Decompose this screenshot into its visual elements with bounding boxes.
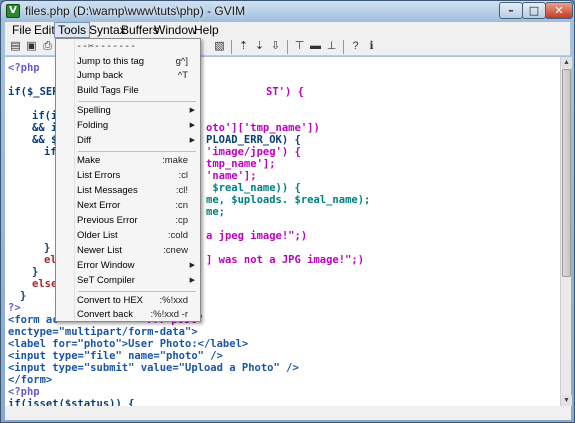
code-line: </form> [8,374,53,386]
code-line: me; [206,206,225,218]
status-line [5,406,571,420]
menu-item-jump-back[interactable]: Jump back ^T [56,68,200,83]
minimize-button[interactable]: – [499,2,523,19]
menu-item-build-tags[interactable]: Build Tags File [56,83,200,98]
code-line: <form ac [8,314,59,326]
code-line: } [32,266,39,278]
submenu-arrow-icon: ▶ [189,122,195,129]
menu-separator [78,291,196,292]
code-line: me, $uploads. $real_name); [206,194,371,206]
find-help-icon[interactable]: ℹ [365,40,378,53]
submenu-arrow-icon: ▶ [189,277,195,284]
save-icon[interactable]: ▣ [25,40,38,53]
code-line: ] was not a JPG image!";) [206,254,365,266]
code-line: oto']['tmp_name']) [206,122,320,134]
gvim-window: V files.php (D:\wamp\www\tuts\php) - GVI… [0,0,575,423]
menu-item-previous-error[interactable]: Previous Error :cp [56,213,200,228]
maximize-button[interactable]: □ [522,2,546,19]
submenu-arrow-icon: ▶ [189,107,195,114]
scroll-down-arrow-icon[interactable]: ▼ [561,395,572,406]
code-line: && i [32,122,58,134]
code-line: ?> [8,302,21,314]
save-session-icon[interactable]: ⇣ [253,40,266,53]
menu-item-error-window[interactable]: Error Window ▶ [56,258,200,273]
toolbar-separator [287,40,288,54]
tools-menu-dropdown: --✂------- Jump to this tag g^] Jump bac… [55,38,201,322]
menu-item-next-error[interactable]: Next Error :cn [56,198,200,213]
code-line: if(i [32,110,58,122]
menu-item-newer-list[interactable]: Newer List :cnew [56,243,200,258]
load-session-icon[interactable]: ⇡ [237,40,250,53]
menu-item-list-messages[interactable]: List Messages :cl! [56,183,200,198]
scrollbar-thumb[interactable] [562,69,571,277]
menu-tools[interactable]: Tools [54,22,91,38]
code-line: tmp_name']; [206,158,276,170]
code-line: } [44,242,51,254]
window-title: files.php (D:\wamp\www\tuts\php) - GVIM [25,4,246,18]
toolbar-separator [231,40,232,54]
code-line: <?php [8,62,40,74]
menu-item-jump-to-tag[interactable]: Jump to this tag g^] [56,54,200,69]
close-button[interactable]: ✕ [545,2,573,19]
code-line: 'name']; [206,170,257,182]
menu-item-set-compiler[interactable]: SeT Compiler ▶ [56,273,200,288]
tearoff-line[interactable]: --✂------- [76,41,136,52]
menu-item-older-list[interactable]: Older List :cold [56,228,200,243]
menu-item-make[interactable]: Make :make [56,153,200,168]
code-line: <input type="submit" value="Upload a Pho… [8,362,299,374]
submenu-arrow-icon: ▶ [189,262,195,269]
menu-item-spelling[interactable]: Spelling ▶ [56,103,200,118]
code-line: 'image/jpeg') { [206,146,301,158]
vim-app-icon: V [6,4,20,18]
shell-icon[interactable]: ▬ [309,40,322,53]
code-line: enctype="multipart/form-data"> [8,326,198,338]
menu-item-folding[interactable]: Folding ▶ [56,118,200,133]
code-line: PLOAD_ERR_OK) { [206,134,301,146]
code-line: else [32,278,58,290]
vertical-scrollbar[interactable]: ▲ ▼ [560,57,572,406]
code-line: <input type="file" name="photo" /> [8,350,223,362]
toolbar-separator [343,40,344,54]
code-line: } [20,290,27,302]
menu-separator [78,101,196,102]
code-line: $real_name)) { [206,182,301,194]
code-line: ST') { [266,86,304,98]
title-bar[interactable]: V files.php (D:\wamp\www\tuts\php) - GVI… [1,1,574,22]
find-help-icon[interactable]: ▧ [213,40,226,53]
menu-help[interactable]: Help [191,22,222,38]
menu-item-convert-to-hex[interactable]: Convert to HEX :%!xxd [56,293,200,308]
menu-bar: File Edit Tools Syntax Buffers Window He… [5,22,570,38]
code-line: if($_SER [8,86,59,98]
menu-item-list-errors[interactable]: List Errors :cl [56,168,200,183]
code-line: if(isset($status)) { [8,398,135,406]
help-icon[interactable]: ? [349,40,362,53]
scroll-up-arrow-icon[interactable]: ▲ [561,57,572,68]
tag-jump-icon[interactable]: ⊥ [325,40,338,53]
open-icon[interactable]: ▤ [9,40,22,53]
code-line: <label for="photo">User Photo:</label> [8,338,249,350]
menu-item-convert-back[interactable]: Convert back :%!xxd -r [56,307,200,322]
submenu-arrow-icon: ▶ [189,137,195,144]
code-line: && $ [32,134,58,146]
print-icon[interactable]: ⎙ [41,40,54,53]
menu-item-diff[interactable]: Diff ▶ [56,133,200,148]
code-line: <?php [8,386,40,398]
make-icon[interactable]: ⊤ [293,40,306,53]
run-script-icon[interactable]: ⇩ [269,40,282,53]
menu-separator [78,151,196,152]
code-line: a jpeg image!";) [206,230,308,242]
